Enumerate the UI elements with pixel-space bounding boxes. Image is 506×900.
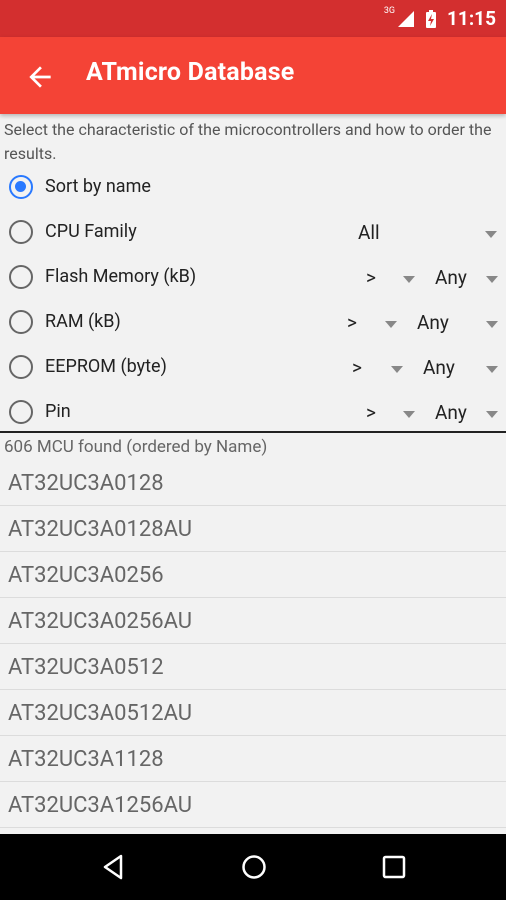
list-item[interactable]: AT32UC3A0128AU xyxy=(0,506,506,552)
dropdown-arrow-icon xyxy=(486,321,498,328)
flash-operator-dropdown[interactable]: > xyxy=(366,263,418,293)
filter-row-flash-memory[interactable]: Flash Memory (kB) > Any xyxy=(0,257,506,301)
page-title: ATmicro Database xyxy=(86,58,295,87)
nav-back-icon[interactable] xyxy=(99,852,129,882)
nav-home-icon[interactable] xyxy=(239,852,269,882)
mcu-list[interactable]: AT32UC3A0128 AT32UC3A0128AU AT32UC3A0256… xyxy=(0,460,506,828)
dropdown-arrow-icon xyxy=(385,321,397,328)
eeprom-value-dropdown[interactable]: Any xyxy=(423,353,501,383)
instructions-text: Select the characteristic of the microco… xyxy=(4,120,492,163)
cpu-family-dropdown[interactable]: All xyxy=(358,218,500,248)
dropdown-arrow-icon xyxy=(403,276,415,283)
dropdown-value: > xyxy=(366,401,376,424)
filter-row-sort-by-name[interactable]: Sort by name xyxy=(0,167,506,211)
filter-row-cpu-family[interactable]: CPU Family All xyxy=(0,212,506,256)
list-item[interactable]: AT32UC3A0512 xyxy=(0,644,506,690)
list-item[interactable]: AT32UC3A0256 xyxy=(0,552,506,598)
list-item[interactable]: AT32UC3A0256AU xyxy=(0,598,506,644)
pin-value-dropdown[interactable]: Any xyxy=(435,398,501,428)
dropdown-value: Any xyxy=(435,266,467,289)
filter-row-ram[interactable]: RAM (kB) > Any xyxy=(0,302,506,346)
dropdown-arrow-icon xyxy=(486,411,498,418)
radio-cpu-family[interactable] xyxy=(9,220,33,244)
battery-charging-icon xyxy=(426,9,437,28)
eeprom-operator-dropdown[interactable]: > xyxy=(352,353,406,383)
dropdown-value: Any xyxy=(417,311,449,334)
dropdown-value: > xyxy=(366,266,376,289)
filter-label: RAM (kB) xyxy=(45,311,121,332)
network-type: 3G xyxy=(383,5,396,16)
ram-value-dropdown[interactable]: Any xyxy=(417,308,501,338)
dropdown-value: Any xyxy=(435,401,467,424)
dropdown-arrow-icon xyxy=(391,366,403,373)
dropdown-value: Any xyxy=(423,356,455,379)
list-item[interactable]: AT32UC3A0512AU xyxy=(0,690,506,736)
pin-operator-dropdown[interactable]: > xyxy=(366,398,418,428)
status-bar: 3G 11:15 xyxy=(0,0,506,37)
list-item[interactable]: AT32UC3A1256AU xyxy=(0,782,506,828)
filter-label: Sort by name xyxy=(45,176,151,197)
arrow-back-icon[interactable] xyxy=(24,61,56,93)
filter-row-eeprom[interactable]: EEPROM (byte) > Any xyxy=(0,347,506,391)
list-item[interactable]: AT32UC3A0128 xyxy=(0,460,506,506)
result-count: 606 MCU found (ordered by Name) xyxy=(4,437,268,457)
filter-label: Flash Memory (kB) xyxy=(45,266,197,287)
flash-value-dropdown[interactable]: Any xyxy=(435,263,501,293)
dropdown-arrow-icon xyxy=(403,411,415,418)
filter-label: EEPROM (byte) xyxy=(45,356,167,377)
dropdown-arrow-icon xyxy=(486,366,498,373)
dropdown-arrow-icon xyxy=(485,231,497,238)
status-icons: 3G 11:15 xyxy=(384,0,496,37)
clock: 11:15 xyxy=(447,7,496,30)
filter-row-pin[interactable]: Pin > Any xyxy=(0,392,506,430)
app-bar: ATmicro Database xyxy=(0,37,506,114)
dropdown-value: All xyxy=(358,221,380,244)
list-item[interactable]: AT32UC3A1128 xyxy=(0,736,506,782)
radio-sort-by-name[interactable] xyxy=(9,175,33,199)
ram-operator-dropdown[interactable]: > xyxy=(347,308,400,338)
radio-flash-memory[interactable] xyxy=(9,265,33,289)
filter-label: Pin xyxy=(45,401,71,422)
radio-ram[interactable] xyxy=(9,310,33,334)
radio-pin[interactable] xyxy=(9,400,33,424)
filter-divider xyxy=(0,431,506,433)
dropdown-arrow-icon xyxy=(486,276,498,283)
radio-eeprom[interactable] xyxy=(9,355,33,379)
nav-recents-icon[interactable] xyxy=(379,852,409,882)
dropdown-value: > xyxy=(352,356,362,379)
navigation-bar xyxy=(0,834,506,900)
filter-label: CPU Family xyxy=(45,221,137,242)
signal-icon xyxy=(398,10,415,27)
dropdown-value: > xyxy=(347,311,357,334)
